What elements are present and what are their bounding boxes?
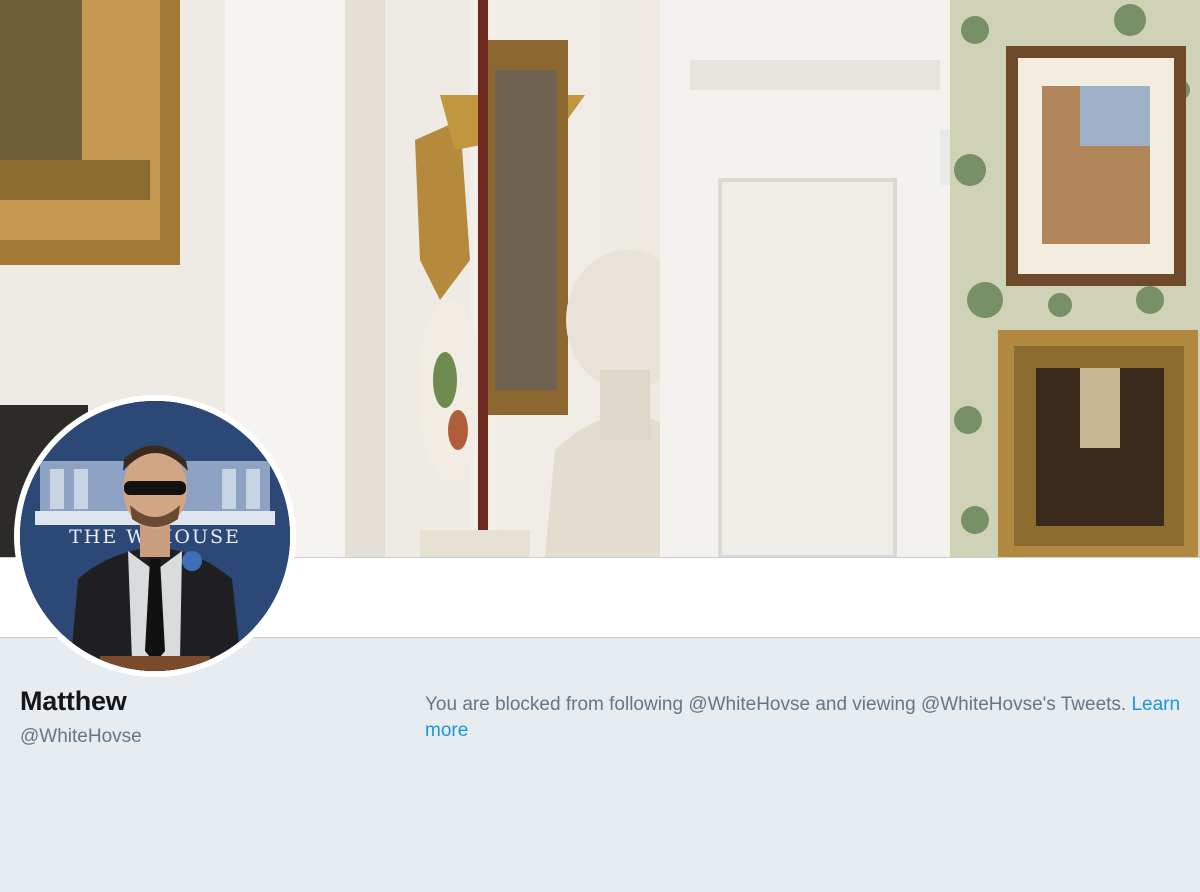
profile-handle[interactable]: @WhiteHovse [20, 726, 142, 748]
profile-name[interactable]: Matthew [20, 686, 127, 717]
profile-page: THE W HOUSE Matthew @WhiteHovse You are … [0, 0, 1200, 892]
blocked-notice: You are blocked from following @WhiteHov… [425, 692, 1190, 744]
blocked-notice-text: You are blocked from following @WhiteHov… [425, 694, 1127, 715]
avatar-photo: THE W HOUSE [20, 401, 290, 671]
avatar-illustration: THE W HOUSE [20, 401, 290, 671]
profile-avatar[interactable]: THE W HOUSE [14, 395, 296, 677]
